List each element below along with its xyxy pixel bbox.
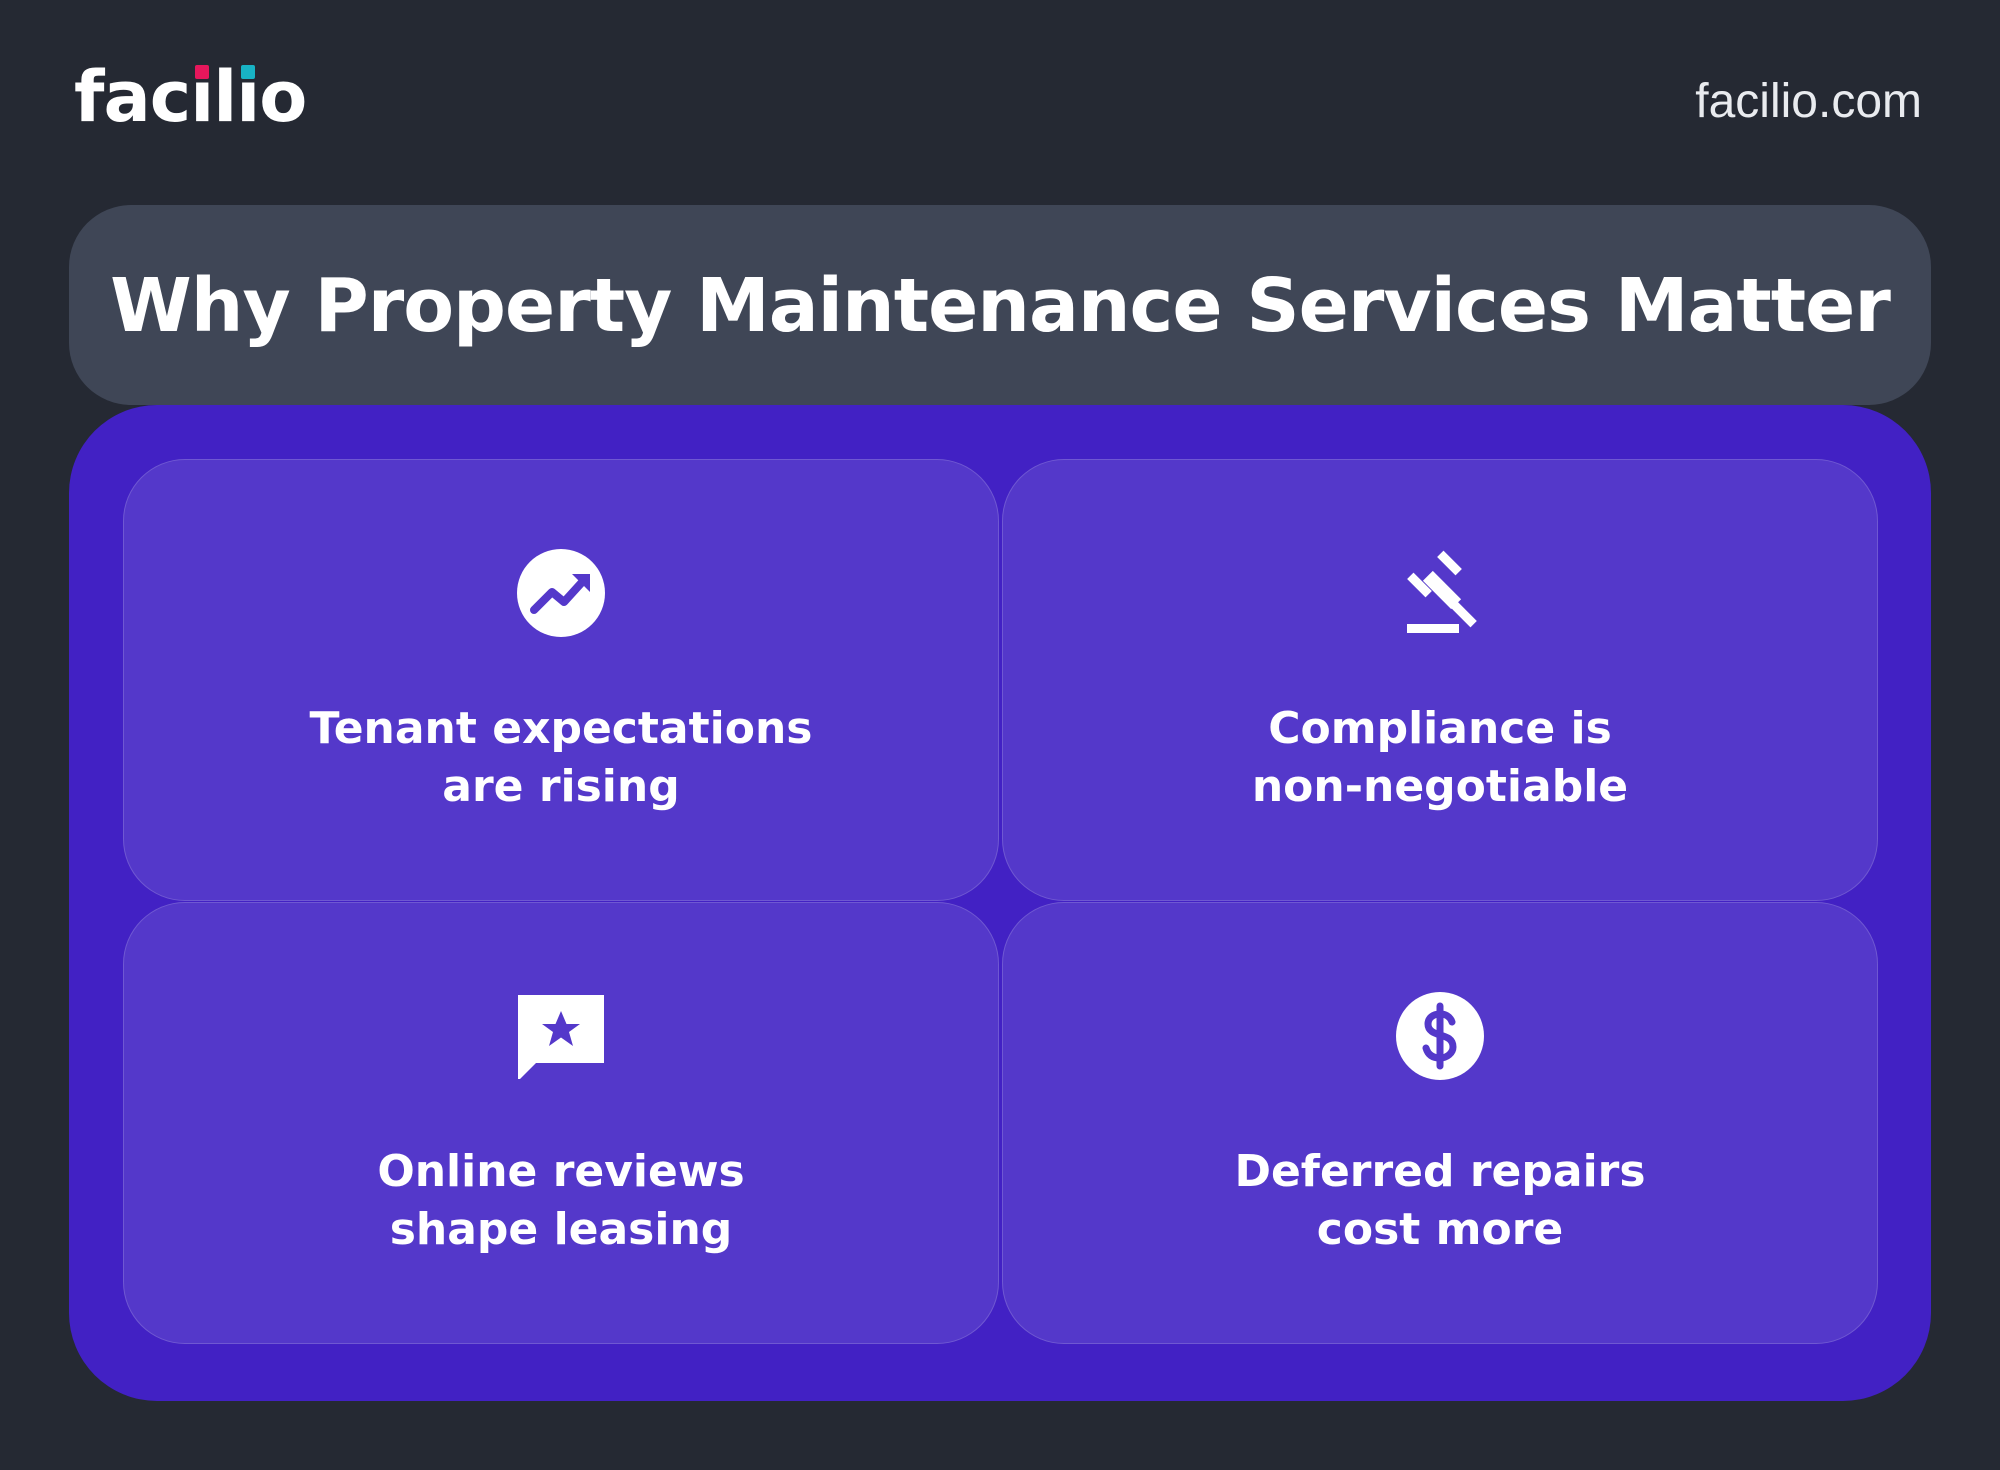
card-label: Tenant expectations are rising <box>309 703 813 812</box>
card-compliance: Compliance is non-negotiable <box>1002 459 1878 901</box>
reasons-panel: Tenant expectations are rising Complianc… <box>69 405 1931 1401</box>
card-tenant-expectations: Tenant expectations are rising <box>123 459 999 901</box>
card-label: Deferred repairs cost more <box>1234 1146 1646 1255</box>
logo-teal-dot <box>240 65 255 79</box>
logo-letter-i-red-dot: i <box>190 56 214 138</box>
card-label: Compliance is non-negotiable <box>1251 703 1629 812</box>
card-label: Online reviews shape leasing <box>377 1146 745 1255</box>
title-bar: Why Property Maintenance Services Matter <box>69 205 1931 405</box>
dollar-icon <box>1395 991 1485 1081</box>
logo-red-dot <box>194 65 209 79</box>
logo-text-middle: l <box>213 56 237 138</box>
site-url-link[interactable]: facilio.com <box>1695 78 1922 126</box>
page-title: Why Property Maintenance Services Matter <box>110 263 1891 349</box>
card-deferred-repairs: Deferred repairs cost more <box>1002 902 1878 1344</box>
facilio-logo[interactable]: fac il io <box>74 56 307 142</box>
logo-text-prefix: fac <box>74 56 191 138</box>
review-star-icon <box>516 991 606 1081</box>
trending-up-icon <box>516 548 606 638</box>
logo-letter-i-teal-dot: i <box>236 56 260 138</box>
gavel-icon <box>1395 548 1485 638</box>
card-online-reviews: Online reviews shape leasing <box>123 902 999 1344</box>
logo-text-suffix: o <box>259 56 307 138</box>
